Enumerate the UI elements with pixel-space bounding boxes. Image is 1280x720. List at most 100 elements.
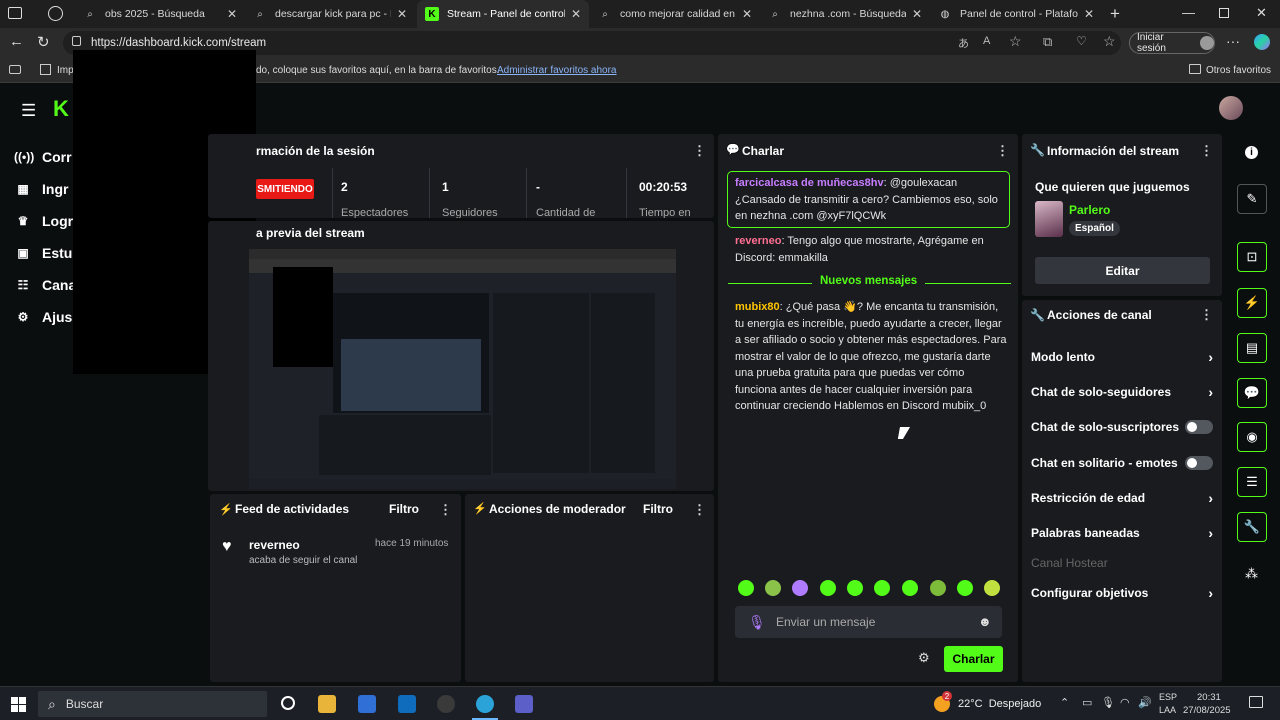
sidebar-item-live[interactable]: ((•)) Corr (14, 142, 72, 172)
copilot-icon[interactable] (1254, 34, 1270, 50)
group-icon[interactable]: ⁂ (1245, 566, 1258, 582)
layout-icon[interactable]: ☰ (1237, 467, 1267, 497)
camera-icon[interactable]: ▭ (1082, 696, 1092, 709)
stream-preview-video[interactable] (249, 249, 676, 489)
keyboard-layout[interactable]: LAA (1159, 705, 1176, 715)
maximize-icon[interactable] (1219, 8, 1229, 18)
edit-button[interactable]: Editar (1035, 257, 1210, 284)
chevron-up-icon[interactable]: ⌃ (1060, 696, 1069, 709)
broadcast-icon[interactable]: ◉ (1237, 422, 1267, 452)
sidebar-item-income[interactable]: ▦ Ingr (14, 174, 68, 204)
info-icon[interactable]: i (1245, 146, 1258, 159)
sidebar-item-settings[interactable]: ⚙ Ajus (14, 302, 73, 332)
close-icon[interactable]: ✕ (912, 7, 922, 21)
lightning-icon[interactable]: ⚡ (1237, 288, 1267, 318)
favorite-star-icon[interactable]: ☆ (1009, 33, 1022, 50)
weather-text[interactable]: 22°C Despejado (958, 698, 1041, 710)
edge-icon[interactable] (476, 695, 494, 713)
emotes-only-toggle[interactable] (1185, 456, 1213, 470)
activity-user[interactable]: reverneo (249, 538, 300, 552)
outlook-icon[interactable] (398, 695, 416, 713)
kebab-menu-icon[interactable]: ⋮ (693, 502, 706, 518)
send-chat-button[interactable]: Charlar (944, 646, 1003, 672)
new-tab-icon[interactable]: + (1110, 4, 1120, 24)
file-explorer-icon[interactable] (318, 695, 336, 713)
clock-date[interactable]: 27/08/2025 (1183, 705, 1231, 716)
extensions-icon[interactable]: ⧉ (1043, 34, 1052, 50)
language-code[interactable]: ESP (1159, 692, 1177, 702)
moderator-filter-button[interactable]: Filtro (643, 502, 673, 516)
more-options-icon[interactable]: ··· (1226, 33, 1240, 49)
teams-icon[interactable] (515, 695, 533, 713)
kick-logo[interactable]: K (53, 96, 69, 122)
manage-favorites-link[interactable]: Administrar favoritos ahora (497, 65, 617, 76)
tab-stream-panel[interactable]: K Stream - Panel de control de ✕ (417, 0, 589, 28)
tab-nezhna[interactable]: ⌕ nezhna .com - Búsqueda ✕ (760, 0, 930, 28)
tab-panel-control[interactable]: ◍ Panel de control - Plataforma ✕ (930, 0, 1102, 28)
wrench-icon[interactable]: 🔧 (1237, 512, 1267, 542)
tab-obs[interactable]: ⌕ obs 2025 - Búsqueda ✕ (75, 0, 245, 28)
chat-username[interactable]: reverneo (735, 235, 781, 247)
other-favorites[interactable]: Otros favoritos (1206, 65, 1271, 76)
emote-icon[interactable] (820, 580, 836, 596)
tab-descargar-kick[interactable]: ⌕ descargar kick para pc - Búsque ✕ (245, 0, 415, 28)
back-icon[interactable]: ← (9, 33, 24, 50)
close-icon[interactable]: ✕ (742, 7, 752, 21)
kebab-menu-icon[interactable]: ⋮ (996, 143, 1009, 159)
translate-icon[interactable]: あ (958, 35, 969, 51)
clock-time[interactable]: 20:31 (1197, 692, 1221, 703)
sidebar-item-achievements[interactable]: ♛ Logr (14, 206, 74, 236)
emote-icon[interactable] (765, 580, 781, 596)
category-thumbnail[interactable] (1035, 201, 1063, 237)
obs-icon[interactable] (437, 695, 455, 713)
favorites-icon[interactable]: ☆ (1103, 33, 1116, 50)
emote-icon[interactable] (984, 580, 1000, 596)
notifications-icon[interactable] (1249, 696, 1263, 708)
windows-start-icon[interactable] (11, 697, 26, 712)
subscribers-only-toggle[interactable] (1185, 420, 1213, 434)
chat-input[interactable]: 🎙 Enviar un mensaje ☻ (735, 606, 1002, 638)
avatar[interactable] (1219, 96, 1243, 120)
volume-icon[interactable]: 🔊 (1138, 696, 1152, 709)
emote-icon[interactable] (902, 580, 918, 596)
chat-bubble-icon[interactable]: 💬 (1237, 378, 1267, 408)
collections-icon[interactable] (9, 65, 21, 74)
set-goals-row[interactable]: Configurar objetivos › (1031, 583, 1213, 603)
banned-words-row[interactable]: Palabras baneadas › (1031, 523, 1213, 543)
minimize-icon[interactable]: — (1182, 5, 1195, 20)
kebab-menu-icon[interactable]: ⋮ (1200, 143, 1213, 159)
close-icon[interactable]: ✕ (227, 7, 237, 21)
store-icon[interactable] (358, 695, 376, 713)
close-icon[interactable]: ✕ (397, 7, 407, 21)
close-window-icon[interactable]: ✕ (1256, 5, 1267, 21)
microphone-icon[interactable]: 🎙 (748, 614, 766, 631)
browser-essentials-icon[interactable]: ♡ (1076, 34, 1087, 48)
followers-only-row[interactable]: Chat de solo-seguidores › (1031, 382, 1213, 402)
wifi-icon[interactable]: ◠ (1120, 696, 1130, 709)
cortana-icon[interactable] (281, 696, 295, 710)
category-link[interactable]: Parlero (1069, 203, 1110, 217)
chat-username[interactable]: mubix80 (735, 301, 780, 313)
emote-icon[interactable] (874, 580, 890, 596)
lock-icon[interactable] (72, 36, 81, 46)
emote-icon[interactable] (738, 580, 754, 596)
refresh-icon[interactable]: ↻ (37, 33, 50, 51)
menu-icon[interactable]: ☰ (21, 101, 36, 121)
taskbar-search[interactable]: ⌕ Buscar (38, 691, 267, 717)
sidebar-item-studio[interactable]: ▣ Estu (14, 238, 72, 268)
sidebar-item-channel[interactable]: ☷ Cana (14, 270, 77, 300)
emote-icon[interactable] (792, 580, 808, 596)
chat-settings-icon[interactable]: ⚙ (918, 650, 930, 666)
close-icon[interactable]: ✕ (1084, 7, 1094, 21)
emote-icon[interactable] (957, 580, 973, 596)
tab-mejorar-calidad[interactable]: ⌕ como mejorar calidad en kick ✕ (590, 0, 760, 28)
slow-mode-row[interactable]: Modo lento › (1031, 347, 1213, 367)
tab-actions-icon[interactable] (8, 7, 22, 19)
notes-icon[interactable]: ▤ (1237, 333, 1267, 363)
emoji-icon[interactable]: ☻ (978, 614, 992, 629)
activity-filter-button[interactable]: Filtro (389, 502, 419, 516)
read-aloud-icon[interactable]: A (983, 35, 990, 47)
chat-username[interactable]: farcicalcasa de muñecas8hv (735, 177, 884, 189)
emote-icon[interactable] (930, 580, 946, 596)
emote-icon[interactable] (847, 580, 863, 596)
